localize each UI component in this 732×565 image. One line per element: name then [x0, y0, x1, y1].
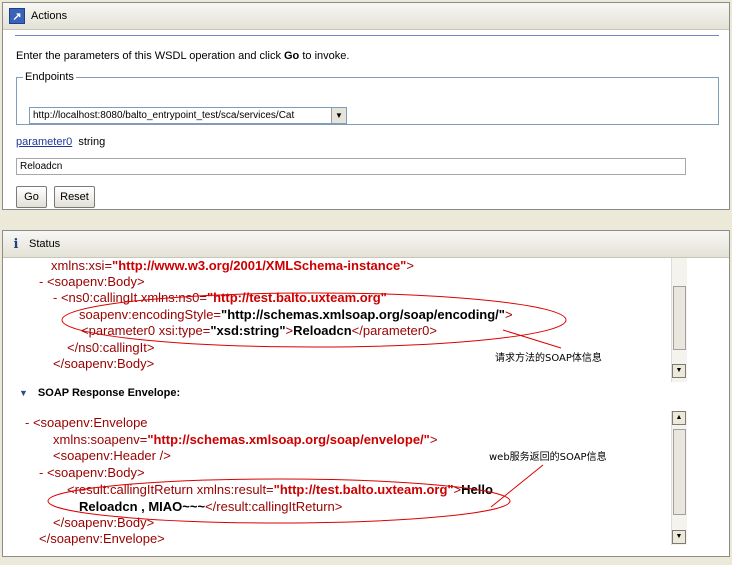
- endpoint-select-value: http://localhost:8080/balto_entrypoint_t…: [33, 110, 295, 121]
- parameter-input[interactable]: Reloadcn: [16, 158, 686, 175]
- response-scrollbar[interactable]: ▲ ▼: [671, 411, 687, 545]
- scroll-down-icon[interactable]: ▼: [672, 530, 686, 544]
- scroll-up-icon[interactable]: ▲: [672, 411, 686, 425]
- request-highlight-ellipse: [61, 292, 567, 349]
- go-button[interactable]: Go: [16, 186, 47, 208]
- endpoints-fieldset: Endpoints http://localhost:8080/balto_en…: [16, 71, 719, 125]
- chevron-down-icon[interactable]: ▼: [331, 108, 346, 123]
- endpoints-legend: Endpoints: [25, 71, 74, 83]
- endpoint-select[interactable]: http://localhost:8080/balto_entrypoint_t…: [29, 107, 347, 124]
- actions-panel: ↗ Actions Enter the parameters of this W…: [2, 2, 730, 210]
- status-titlebar: i Status: [3, 231, 729, 258]
- response-scrollbar-thumb[interactable]: [673, 429, 686, 515]
- reset-button[interactable]: Reset: [54, 186, 95, 208]
- response-heading: ▼ SOAP Response Envelope:: [19, 387, 181, 399]
- instruction-text: Enter the parameters of this WSDL operat…: [16, 50, 350, 62]
- parameter-label: parameter0 string: [16, 136, 105, 148]
- status-title: Status: [29, 238, 61, 250]
- info-icon: i: [13, 236, 19, 252]
- request-scrollbar[interactable]: ▼: [671, 258, 687, 382]
- request-scrollbar-thumb[interactable]: [673, 286, 686, 350]
- actions-icon: ↗: [9, 8, 25, 24]
- actions-titlebar: ↗ Actions: [3, 3, 729, 30]
- scroll-down-icon[interactable]: ▼: [672, 364, 686, 378]
- divider: [15, 35, 719, 36]
- parameter-type: string: [78, 136, 106, 148]
- response-highlight-ellipse: [47, 464, 544, 524]
- request-pane: xmlns:xsi="http://www.w3.org/2001/XMLSch…: [3, 258, 729, 382]
- actions-title: Actions: [31, 10, 68, 22]
- parameter-link[interactable]: parameter0: [16, 136, 72, 148]
- response-pane: - <soapenv:Envelope xmlns:soapenv="http:…: [3, 408, 729, 548]
- status-panel: i Status xmlns:xsi="http://www.w3.org/20…: [2, 230, 730, 557]
- collapse-arrow-icon[interactable]: ▼: [19, 388, 28, 398]
